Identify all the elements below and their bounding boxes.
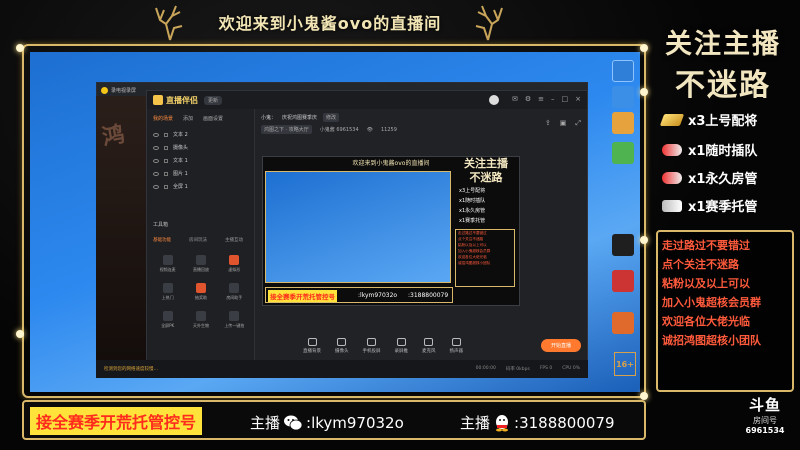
notice-line: 欢迎各位大佬光临 (662, 315, 750, 328)
notice-line: 加入小鬼超核会员群 (662, 296, 761, 309)
notice-line: 点个关注不迷路 (662, 258, 739, 271)
sparkle-icon (640, 88, 648, 96)
qq-id: :3188800079 (514, 413, 615, 432)
wechat-contact: 主播 :lkym97032o (250, 412, 404, 433)
deer-icon (470, 2, 506, 42)
rocket-icon (662, 171, 682, 184)
qq-contact: 主播 :3188800079 (460, 412, 615, 433)
perk-label: x1随时插队 (688, 144, 758, 159)
perk-item: x1赛季托管 (662, 196, 757, 215)
perk-item: x3上号配将 (659, 110, 758, 129)
follow-title: 关注主播 (665, 29, 781, 60)
sparkle-icon (640, 44, 648, 52)
plane-icon (662, 199, 682, 212)
perk-label: x1赛季托管 (688, 200, 758, 215)
douyu-room-label: 房间号 (753, 416, 777, 425)
wechat-icon (284, 415, 303, 430)
notice-board: 走过路过不要错过 点个关注不迷路 粘粉以及以上可以 加入小鬼超核会员群 欢迎各位… (656, 230, 794, 392)
follow-subtitle: 不迷路 (675, 68, 771, 103)
sparkle-icon (16, 44, 24, 52)
douyu-logo: 斗鱼 (748, 396, 781, 414)
sparkle-icon (16, 330, 24, 338)
sparkle-icon (640, 236, 648, 244)
douyu-room-id: 6961534 (745, 426, 785, 435)
perk-item: x1随时插队 (662, 140, 757, 159)
qq-label: 主播 (460, 414, 491, 432)
perk-label: x1永久房管 (688, 172, 758, 187)
contact-bar: 接全赛季开荒托管控号 主播 :lkym97032o 主播 :3188800079 (22, 400, 646, 440)
wechat-id: :lkym97032o (306, 413, 404, 432)
rocket-icon (662, 143, 682, 156)
sparkle-icon (640, 392, 648, 400)
douyu-room-badge: 斗鱼 房间号 6961534 (738, 394, 792, 440)
wechat-label: 主播 (250, 414, 281, 432)
notice-line: 诚招鸿图超核小团队 (662, 334, 761, 347)
notice-line: 粘粉以及以上可以 (662, 277, 750, 290)
stream-title-banner: 欢迎来到小鬼酱ovo的直播间 (150, 4, 510, 40)
qq-icon (496, 414, 509, 431)
gold-bar-icon (659, 113, 685, 126)
stream-title: 欢迎来到小鬼酱ovo的直播间 (218, 14, 442, 33)
notice-line: 走过路过不要错过 (662, 239, 750, 252)
capture-frame-border (22, 44, 646, 398)
promo-banner: 接全赛季开荒托管控号 (30, 407, 203, 435)
perk-label: x3上号配将 (688, 114, 758, 129)
perk-item: x1永久房管 (662, 168, 757, 187)
